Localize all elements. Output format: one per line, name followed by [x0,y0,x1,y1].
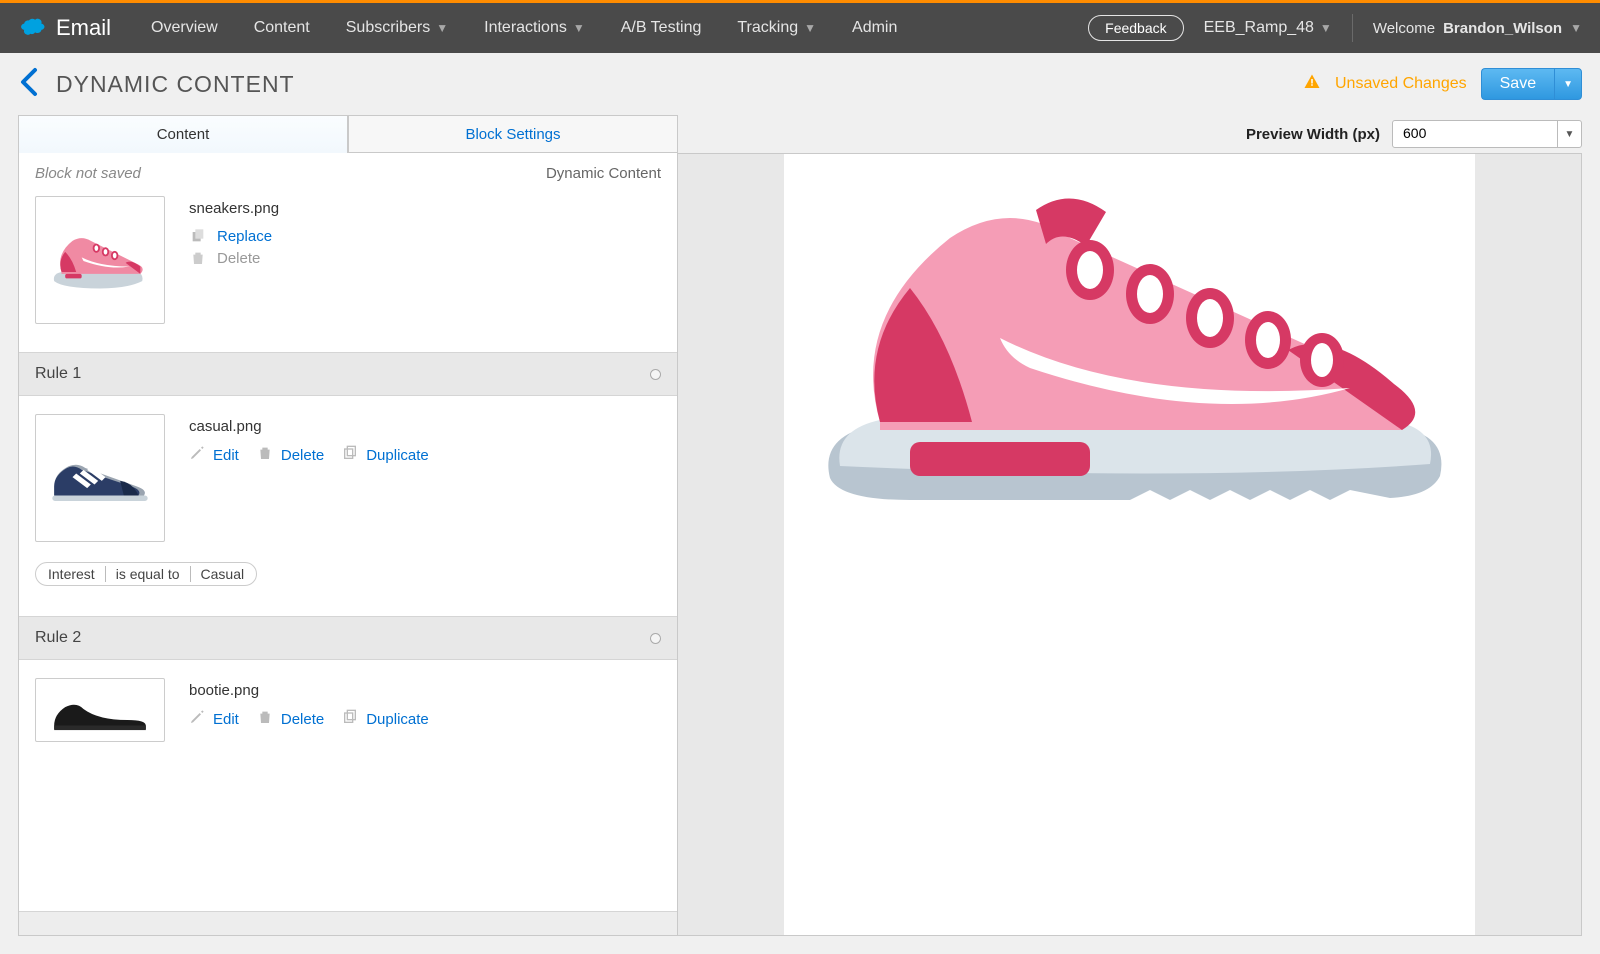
replace-icon [189,227,207,245]
rule-2-duplicate[interactable]: Duplicate [366,711,429,728]
chevron-down-icon[interactable]: ▼ [1557,121,1581,147]
rule-2-title: Rule 2 [35,629,81,647]
rule-1-edit[interactable]: Edit [213,447,239,464]
content-panel: Block not saved Dynamic Content [18,153,678,936]
condition-pill[interactable]: Interest is equal to Casual [35,562,257,586]
trash-icon [189,249,207,267]
save-dropdown-button[interactable]: ▼ [1554,68,1582,100]
duplicate-icon [342,709,358,730]
rule-1-body: casual.png Edit Delete Duplicate [19,396,677,552]
trash-icon [257,445,273,466]
default-thumbnail[interactable] [35,196,165,324]
warning-icon [1303,73,1321,96]
preview-sneaker-image [790,178,1470,538]
pencil-icon [189,709,205,730]
nav-content[interactable]: Content [254,19,310,37]
preview-width-value: 600 [1393,121,1557,147]
nav-overview[interactable]: Overview [151,19,218,37]
chevron-down-icon: ▼ [436,21,448,35]
save-button[interactable]: Save [1481,68,1554,100]
rule-1-condition: Interest is equal to Casual [19,552,677,616]
preview-area [678,153,1582,936]
preview-gutter-right [1475,154,1581,935]
org-switcher[interactable]: EEB_Ramp_48▼ [1204,19,1332,37]
preview-canvas [784,154,1475,935]
nav-subscribers[interactable]: Subscribers▼ [346,19,448,37]
rule-1-radio[interactable] [650,369,661,380]
nav-tracking[interactable]: Tracking▼ [737,19,816,37]
workspace: Content Block Settings Block not saved D… [0,115,1600,954]
cond-op: is equal to [116,566,180,582]
app-title: Email [56,15,111,41]
tab-content[interactable]: Content [18,115,348,153]
cond-val: Casual [201,566,245,582]
chevron-down-icon: ▼ [1320,21,1332,35]
panel-footer-strip [19,911,677,935]
nav-ab-testing[interactable]: A/B Testing [621,19,702,37]
page-title: DYNAMIC CONTENT [56,71,295,98]
block-type-label: Dynamic Content [546,165,661,182]
default-file-name: sneakers.png [189,200,279,217]
rule-1-delete[interactable]: Delete [281,447,324,464]
default-content-block: sneakers.png Replace Delete [19,190,677,352]
delete-disabled: Delete [217,250,260,267]
top-nav: Email Overview Content Subscribers▼ Inte… [0,3,1600,53]
left-panel: Content Block Settings Block not saved D… [18,115,678,936]
replace-link[interactable]: Replace [217,228,272,245]
chevron-down-icon: ▼ [573,21,585,35]
rule-2-header[interactable]: Rule 2 [19,616,677,660]
nav-items: Overview Content Subscribers▼ Interactio… [151,19,1088,37]
rule-2-file-name: bootie.png [189,682,429,699]
block-not-saved-label: Block not saved [35,165,141,182]
rule-2-delete[interactable]: Delete [281,711,324,728]
preview-gutter-left [678,154,784,935]
nav-divider [1352,14,1353,42]
rule-1-header[interactable]: Rule 1 [19,352,677,396]
rule-2-thumbnail[interactable] [35,678,165,742]
page-header: DYNAMIC CONTENT Unsaved Changes Save ▼ [0,53,1600,115]
right-panel: Preview Width (px) 600 ▼ [678,115,1582,936]
nav-interactions[interactable]: Interactions▼ [484,19,585,37]
salesforce-cloud-icon [18,16,46,41]
rule-1-duplicate[interactable]: Duplicate [366,447,429,464]
preview-width-select[interactable]: 600 ▼ [1392,120,1582,148]
rule-2-edit[interactable]: Edit [213,711,239,728]
back-arrow-icon[interactable] [18,66,40,103]
pencil-icon [189,445,205,466]
chevron-down-icon: ▼ [1570,21,1582,35]
cond-field: Interest [48,566,95,582]
rule-1-title: Rule 1 [35,365,81,383]
rule-2-radio[interactable] [650,633,661,644]
rule-1-file-name: casual.png [189,418,429,435]
rule-2-body: bootie.png Edit Delete Duplicate [19,660,677,742]
user-menu[interactable]: Welcome Brandon_Wilson ▼ [1373,20,1582,37]
rule-1-thumbnail[interactable] [35,414,165,542]
unsaved-changes-label: Unsaved Changes [1335,75,1467,93]
tab-block-settings[interactable]: Block Settings [348,115,678,153]
duplicate-icon [342,445,358,466]
trash-icon [257,709,273,730]
preview-width-label: Preview Width (px) [1246,126,1380,143]
nav-admin[interactable]: Admin [852,19,897,37]
feedback-button[interactable]: Feedback [1088,15,1183,41]
chevron-down-icon: ▼ [804,21,816,35]
